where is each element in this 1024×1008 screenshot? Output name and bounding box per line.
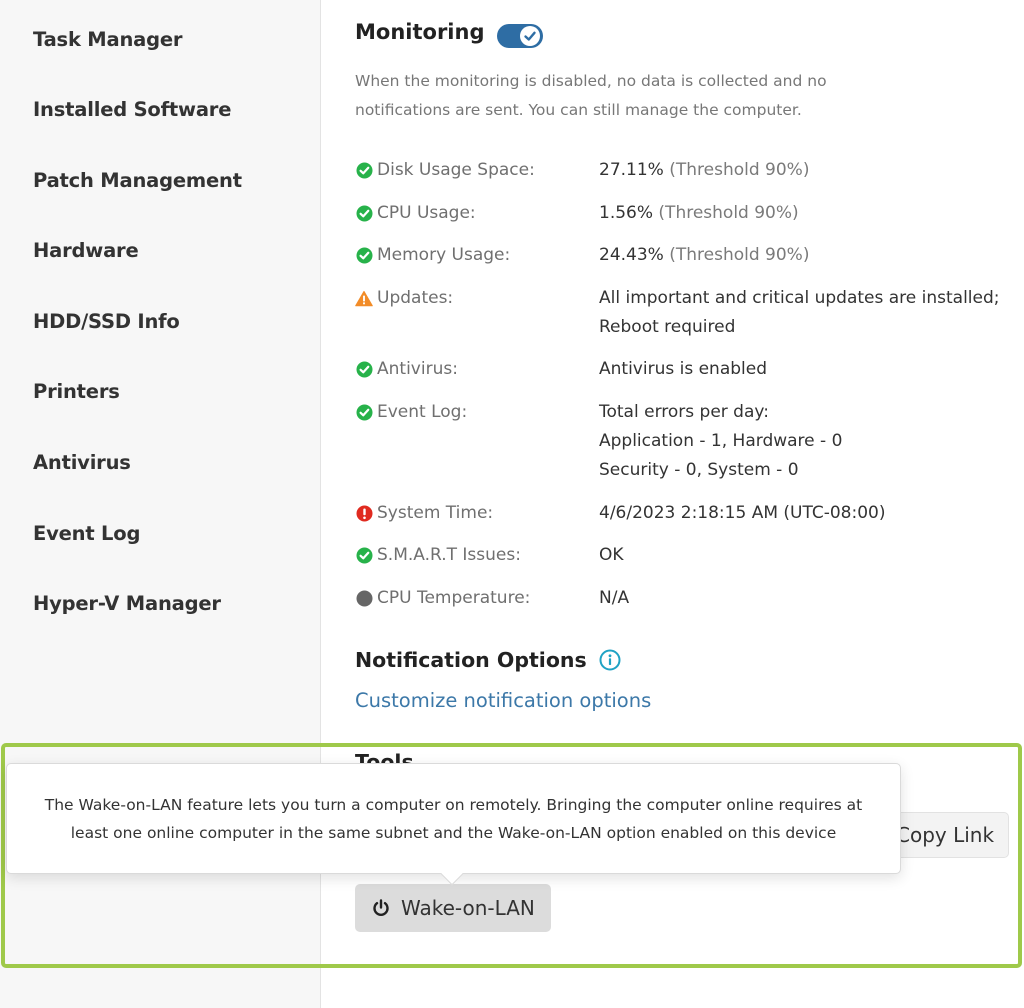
threshold-text: (Threshold 90%): [669, 160, 810, 180]
sidebar-item-patch-management[interactable]: Patch Management: [33, 169, 242, 192]
sidebar-item-task-manager[interactable]: Task Manager: [33, 28, 183, 51]
status-label-text: S.M.A.R.T Issues:: [377, 545, 521, 565]
monitoring-title: Monitoring: [355, 20, 485, 44]
wake-on-lan-button[interactable]: Wake-on-LAN: [355, 884, 551, 932]
status-label: CPU Temperature:: [355, 584, 530, 613]
status-value-line: Application - 1, Hardware - 0: [599, 431, 843, 451]
check-icon: [520, 26, 540, 46]
sidebar-item-hdd-ssd-info[interactable]: HDD/SSD Info: [33, 310, 180, 333]
status-label-text: Updates:: [377, 288, 454, 308]
status-label: S.M.A.R.T Issues:: [355, 541, 521, 570]
check-circle-icon: [355, 361, 373, 379]
monitoring-toggle[interactable]: [497, 24, 543, 48]
status-value-line: Total errors per day:: [599, 402, 769, 422]
notification-options-title: Notification Options: [355, 648, 621, 672]
check-circle-icon: [355, 404, 373, 422]
tooltip-text: The Wake-on-LAN feature lets you turn a …: [44, 795, 863, 842]
check-circle-icon: [355, 547, 373, 565]
status-label: System Time:: [355, 499, 493, 528]
status-value: 4/6/2023 2:18:15 AM (UTC-08:00): [599, 499, 886, 528]
status-label: CPU Usage:: [355, 199, 476, 228]
monitoring-description: When the monitoring is disabled, no data…: [355, 72, 827, 119]
sidebar-item-printers[interactable]: Printers: [33, 380, 120, 403]
status-label-text: CPU Usage:: [377, 203, 476, 223]
status-value: OK: [599, 541, 624, 570]
status-value: 27.11% (Threshold 90%): [599, 156, 809, 185]
status-label-text: System Time:: [377, 503, 494, 523]
notification-options-label: Notification Options: [355, 648, 587, 672]
status-label: Antivirus:: [355, 355, 458, 384]
status-label-text: Antivirus:: [377, 359, 458, 379]
status-value-line: Security - 0, System - 0: [599, 460, 799, 480]
wake-on-lan-label: Wake-on-LAN: [401, 896, 535, 920]
status-label: Disk Usage Space:: [355, 156, 535, 185]
power-icon: [371, 898, 391, 918]
status-label-text: CPU Temperature:: [377, 588, 531, 608]
sidebar-item-hardware[interactable]: Hardware: [33, 239, 139, 262]
status-value-text: 4/6/2023 2:18:15 AM (UTC-08:00): [599, 503, 886, 523]
sidebar-item-installed-software[interactable]: Installed Software: [33, 98, 231, 121]
status-value: N/A: [599, 584, 629, 613]
status-label: Updates:: [355, 284, 453, 313]
customize-notification-link[interactable]: Customize notification options: [355, 689, 651, 712]
status-label: Event Log:: [355, 398, 467, 427]
status-label-text: Event Log:: [377, 402, 468, 422]
status-label-text: Disk Usage Space:: [377, 160, 535, 180]
status-value: 1.56% (Threshold 90%): [599, 199, 799, 228]
wake-on-lan-tooltip: The Wake-on-LAN feature lets you turn a …: [6, 763, 901, 886]
sidebar-item-hyper-v-manager[interactable]: Hyper-V Manager: [33, 592, 221, 615]
status-value-line: All important and critical updates are i…: [599, 288, 1000, 308]
check-circle-icon: [355, 247, 373, 265]
gray-dot-icon: [355, 590, 373, 608]
status-value-text: OK: [599, 545, 624, 565]
status-value-line: Reboot required: [599, 317, 736, 337]
status-value-text: N/A: [599, 588, 630, 608]
exclamation-circle-icon: [355, 505, 373, 523]
status-value-text: 27.11%: [599, 160, 664, 180]
check-circle-icon: [355, 205, 373, 223]
status-value: Antivirus is enabled: [599, 355, 767, 384]
check-circle-icon: [355, 162, 373, 180]
sidebar-item-antivirus[interactable]: Antivirus: [33, 451, 131, 474]
threshold-text: (Threshold 90%): [658, 203, 799, 223]
status-value: 24.43% (Threshold 90%): [599, 241, 809, 270]
status-label: Memory Usage:: [355, 241, 510, 270]
status-value-text: 24.43%: [599, 245, 664, 265]
info-icon[interactable]: [599, 649, 621, 671]
status-value-text: 1.56%: [599, 203, 654, 223]
sidebar-item-event-log[interactable]: Event Log: [33, 522, 140, 545]
status-value-text: Antivirus is enabled: [599, 359, 767, 379]
warning-triangle-icon: [355, 290, 373, 308]
status-value: Total errors per day: Application - 1, Ha…: [599, 398, 842, 485]
status-value: All important and critical updates are i…: [599, 284, 1000, 342]
threshold-text: (Threshold 90%): [669, 245, 810, 265]
status-label-text: Memory Usage:: [377, 245, 511, 265]
